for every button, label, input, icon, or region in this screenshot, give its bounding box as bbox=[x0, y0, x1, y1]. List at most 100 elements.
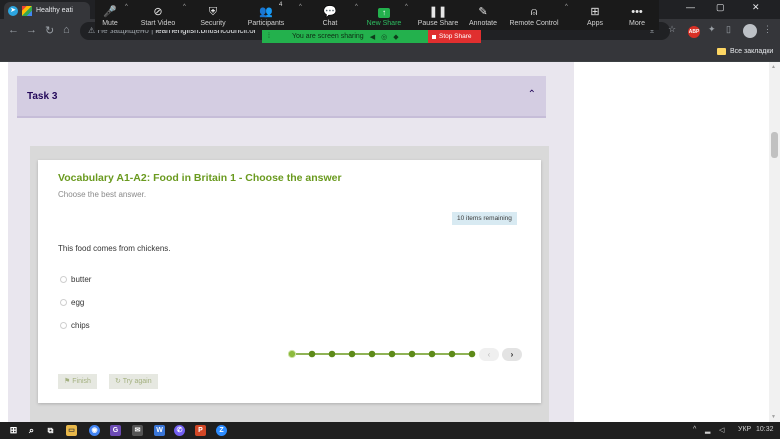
adblock-icon[interactable]: ABP bbox=[688, 26, 700, 38]
question-text: This food comes from chickens. bbox=[58, 244, 171, 253]
remote-caret[interactable]: ^ bbox=[565, 0, 573, 30]
scrollbar-thumb[interactable] bbox=[771, 132, 778, 158]
screen-sharing-indicator[interactable]: ⁞ You are screen sharing ◀ ◎ ◆ bbox=[262, 30, 428, 43]
windows-start-icon[interactable]: ⊞ bbox=[8, 425, 19, 436]
chrome-icon[interactable]: ◉ bbox=[89, 425, 100, 436]
zoom-control-bar: 🎤 Mute ^ ⊘ Start Video ^ ⛨ Security 👥 4 Parti… bbox=[95, 0, 659, 30]
share-caret[interactable]: ^ bbox=[405, 0, 413, 30]
radio-button[interactable] bbox=[60, 276, 67, 283]
flag-icon: ⚑ bbox=[64, 378, 73, 385]
progress-dot[interactable] bbox=[328, 350, 336, 358]
close-icon[interactable]: ✕ bbox=[752, 2, 760, 13]
reload-icon[interactable]: ↻ bbox=[45, 24, 54, 37]
scroll-up-icon[interactable]: ▲ bbox=[771, 64, 776, 70]
option-butter[interactable]: butter bbox=[60, 275, 91, 284]
bookmark-star-icon[interactable]: ☆ bbox=[668, 24, 676, 35]
task-accordion-header[interactable]: Task 3 ⌃ bbox=[17, 76, 546, 118]
option-label: butter bbox=[71, 275, 92, 284]
avatar[interactable] bbox=[743, 24, 757, 38]
progress-dot[interactable] bbox=[408, 350, 416, 358]
telegram-icon: ➤ bbox=[8, 5, 18, 16]
g-app-icon[interactable]: G bbox=[110, 425, 121, 436]
word-icon[interactable]: W bbox=[154, 425, 165, 436]
option-chips[interactable]: chips bbox=[60, 321, 90, 330]
progress-dot[interactable] bbox=[288, 349, 297, 359]
pause-share-button[interactable]: ❚❚ Pause Share bbox=[413, 0, 463, 30]
quiz-instructions: Choose the best answer. bbox=[58, 190, 147, 199]
bookmarks-bar: Все закладки bbox=[0, 44, 780, 62]
progress-dot[interactable] bbox=[348, 350, 356, 358]
tray-chevron-icon[interactable]: ^ bbox=[693, 426, 696, 433]
drag-handle-icon[interactable]: ⁞ bbox=[268, 33, 270, 40]
more-button[interactable]: ••• More bbox=[617, 0, 657, 30]
progress-dot[interactable] bbox=[368, 350, 376, 358]
finish-button[interactable]: ⚑ Finish bbox=[58, 374, 97, 389]
start-video-button[interactable]: ⊘ Start Video bbox=[133, 0, 183, 30]
try-again-button[interactable]: ↻ Try again bbox=[109, 374, 158, 389]
radio-button[interactable] bbox=[60, 322, 67, 329]
mute-options-caret[interactable]: ^ bbox=[125, 0, 133, 30]
home-icon[interactable]: ⌂ bbox=[63, 24, 70, 36]
chevron-up-icon[interactable]: ⌃ bbox=[528, 89, 536, 100]
quiz-card: Vocabulary A1-A2: Food in Britain 1 - Ch… bbox=[38, 160, 541, 403]
email-icon[interactable]: ✉ bbox=[132, 425, 143, 436]
chat-caret[interactable]: ^ bbox=[353, 0, 363, 30]
share-up-icon: ↑ bbox=[378, 8, 390, 18]
remote-control-button[interactable]: ⍝ Remote Control bbox=[503, 0, 565, 30]
chevron-right-icon: › bbox=[510, 350, 514, 359]
minimize-icon[interactable]: — bbox=[686, 2, 695, 12]
microphone-icon: 🎤 bbox=[103, 6, 117, 18]
powerpoint-icon[interactable]: P bbox=[195, 425, 206, 436]
search-icon[interactable]: ⌕ bbox=[26, 425, 37, 436]
participants-icon: 👥 bbox=[259, 6, 273, 18]
previous-button[interactable]: ‹ bbox=[479, 348, 499, 361]
language-indicator[interactable]: УКР bbox=[738, 426, 751, 433]
clock[interactable]: 10:32 bbox=[756, 426, 774, 433]
annotate-button[interactable]: ✎ Annotate bbox=[463, 0, 503, 30]
radio-button[interactable] bbox=[60, 299, 67, 306]
back-icon[interactable]: ← bbox=[8, 24, 19, 36]
video-options-caret[interactable]: ^ bbox=[183, 0, 191, 30]
bookmarks-label: Все закладки bbox=[730, 48, 774, 55]
file-explorer-icon[interactable]: ▭ bbox=[66, 425, 77, 436]
progress-dot[interactable] bbox=[448, 350, 456, 358]
tab-title: Healthy eati bbox=[36, 7, 73, 14]
scroll-down-icon[interactable]: ▼ bbox=[771, 414, 776, 420]
stop-share-button[interactable]: Stop Share bbox=[428, 30, 481, 43]
shield-icon: ⛨ bbox=[208, 6, 218, 18]
task-view-icon[interactable]: ⧉ bbox=[45, 425, 56, 436]
scrollbar[interactable] bbox=[769, 62, 780, 422]
forward-icon[interactable]: → bbox=[26, 24, 37, 36]
new-share-button[interactable]: ↑ New Share bbox=[363, 0, 405, 30]
progress-dot[interactable] bbox=[308, 350, 316, 358]
pause-share-label: Pause Share bbox=[417, 20, 459, 27]
google-favicon-icon bbox=[22, 5, 32, 16]
mute-button[interactable]: 🎤 Mute bbox=[95, 0, 125, 30]
volume-icon[interactable]: ◁ bbox=[719, 426, 724, 434]
progress-dot[interactable] bbox=[468, 350, 476, 358]
side-panel-icon[interactable]: ▯ bbox=[726, 24, 731, 35]
browser-tab[interactable]: ➤ Healthy eati bbox=[4, 2, 90, 19]
zoom-icon[interactable]: Z bbox=[216, 425, 227, 436]
video-off-icon: ⊘ bbox=[153, 6, 163, 18]
security-button[interactable]: ⛨ Security bbox=[191, 0, 235, 30]
try-again-label: Try again bbox=[122, 378, 152, 385]
progress-dot[interactable] bbox=[428, 350, 436, 358]
maximize-icon[interactable]: ▢ bbox=[716, 2, 725, 13]
apps-icon: ⊞ bbox=[590, 6, 600, 18]
next-button[interactable]: › bbox=[502, 348, 522, 361]
new-share-label: New Share bbox=[366, 20, 402, 27]
chat-button[interactable]: 💬 Chat bbox=[307, 0, 353, 30]
menu-icon[interactable]: ⋮ bbox=[763, 24, 772, 35]
option-egg[interactable]: egg bbox=[60, 298, 84, 307]
participants-button[interactable]: 👥 4 Participants bbox=[235, 0, 297, 30]
extensions-icon[interactable]: ✦ bbox=[708, 24, 716, 35]
all-bookmarks-button[interactable]: Все закладки bbox=[717, 48, 773, 55]
windows-taskbar: ⊞ ⌕ ⧉ ▭ ◉ G ✉ W ✆ P Z ^ ▂ ◁ УКР 10:32 bbox=[0, 422, 780, 439]
participant-count: 4 bbox=[279, 2, 283, 8]
participants-caret[interactable]: ^ bbox=[297, 0, 307, 30]
apps-button[interactable]: ⊞ Apps bbox=[573, 0, 617, 30]
network-icon[interactable]: ▂ bbox=[705, 426, 710, 434]
viber-icon[interactable]: ✆ bbox=[174, 425, 185, 436]
progress-dot[interactable] bbox=[388, 350, 396, 358]
